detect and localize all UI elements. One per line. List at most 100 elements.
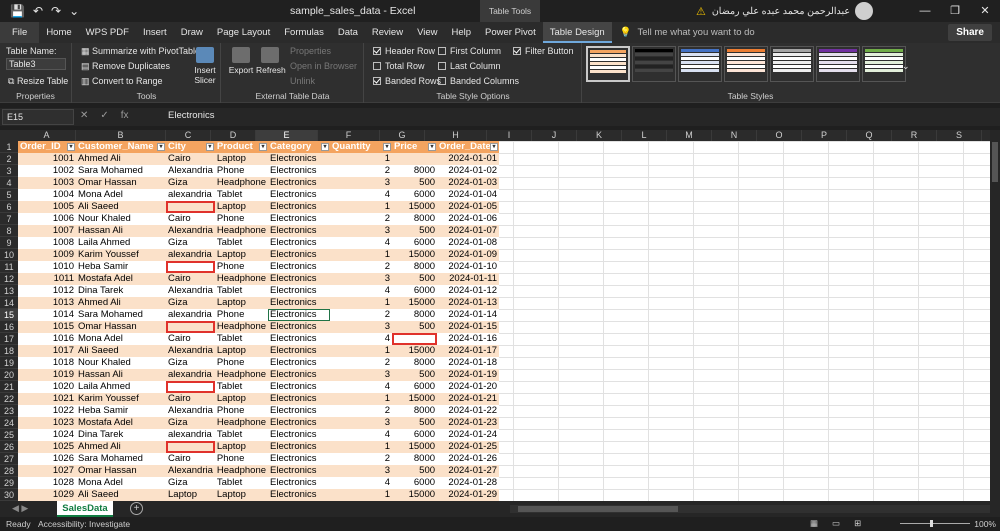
banded-rows-checkbox[interactable]: Banded Rows <box>373 76 441 86</box>
column-header[interactable]: L <box>622 130 667 141</box>
table-header-cell[interactable]: Product ▾ <box>214 141 269 153</box>
table-cell[interactable] <box>166 441 215 453</box>
table-cell[interactable]: 1003 <box>18 177 76 189</box>
row-header[interactable]: 11 <box>0 261 18 273</box>
table-cell[interactable]: Electronics <box>268 381 331 393</box>
table-cell[interactable]: Electronics <box>268 441 331 453</box>
save-icon[interactable]: 💾 <box>10 4 25 18</box>
table-cell[interactable]: Laptop <box>214 489 269 501</box>
row-header[interactable]: 20 <box>0 369 18 381</box>
table-cell[interactable]: Electronics <box>268 261 331 273</box>
row-header[interactable]: 6 <box>0 201 18 213</box>
table-cell[interactable]: Giza <box>166 477 215 489</box>
summarize-pivot-button[interactable]: ▦ Summarize with PivotTable <box>81 46 200 57</box>
table-cell[interactable]: Alexandria <box>166 225 215 237</box>
table-cell[interactable]: Nour Khaled <box>76 213 166 225</box>
table-cell[interactable]: Cairo <box>166 333 215 345</box>
table-cell[interactable]: alexandria <box>166 249 215 261</box>
sheet-tab-salesdata[interactable]: SalesData <box>57 501 113 517</box>
table-cell[interactable]: Tablet <box>214 429 269 441</box>
table-cell[interactable]: Omar Hassan <box>76 177 166 189</box>
refresh-button[interactable]: Refresh <box>256 47 286 75</box>
filter-dropdown-icon[interactable]: ▾ <box>383 143 392 151</box>
tab-insert[interactable]: Insert <box>136 22 174 43</box>
table-cell[interactable]: 8000 <box>392 357 438 369</box>
table-cell[interactable]: 1009 <box>18 249 76 261</box>
table-cell[interactable]: Electronics <box>268 237 331 249</box>
table-cell[interactable]: alexandria <box>166 429 215 441</box>
table-cell[interactable]: 15000 <box>392 201 438 213</box>
table-cell[interactable]: 3 <box>330 417 393 429</box>
table-cell[interactable]: 15000 <box>392 297 438 309</box>
row-header[interactable]: 27 <box>0 453 18 465</box>
table-cell[interactable]: Ahmed Ali <box>76 441 166 453</box>
table-cell[interactable]: 1008 <box>18 237 76 249</box>
tab-power-pivot[interactable]: Power Pivot <box>478 22 543 43</box>
table-cell[interactable]: 1011 <box>18 273 76 285</box>
row-header[interactable]: 22 <box>0 393 18 405</box>
table-cell[interactable]: 1 <box>330 345 393 357</box>
table-cell[interactable] <box>166 381 215 393</box>
table-cell[interactable]: Electronics <box>268 249 331 261</box>
table-cell[interactable]: Nour Khaled <box>76 357 166 369</box>
table-cell[interactable]: 2024-01-16 <box>437 333 500 345</box>
table-cell[interactable]: 1012 <box>18 285 76 297</box>
table-cell[interactable]: Electronics <box>268 393 331 405</box>
table-cell[interactable]: Electronics <box>268 345 331 357</box>
column-header[interactable]: H <box>425 130 487 141</box>
table-cell[interactable]: 2024-01-28 <box>437 477 500 489</box>
table-cell[interactable]: Phone <box>214 261 269 273</box>
table-cell[interactable]: 500 <box>392 465 438 477</box>
banded-columns-checkbox[interactable]: Banded Columns <box>438 76 519 86</box>
export-button[interactable]: Export <box>228 47 254 75</box>
table-cell[interactable]: 1 <box>330 153 393 165</box>
filter-dropdown-icon[interactable]: ▾ <box>205 143 214 151</box>
table-cell[interactable]: Electronics <box>268 177 331 189</box>
table-cell[interactable]: 6000 <box>392 477 438 489</box>
convert-range-button[interactable]: ▥ Convert to Range <box>81 76 163 87</box>
table-cell[interactable]: 3 <box>330 321 393 333</box>
table-cell[interactable]: Headphone <box>214 369 269 381</box>
table-style-swatch[interactable] <box>816 46 860 82</box>
row-header[interactable]: 7 <box>0 213 18 225</box>
table-cell[interactable]: 15000 <box>392 249 438 261</box>
table-cell[interactable]: Tablet <box>214 381 269 393</box>
table-cell[interactable]: alexandria <box>166 369 215 381</box>
table-cell[interactable]: 2024-01-21 <box>437 393 500 405</box>
table-cell[interactable]: 1020 <box>18 381 76 393</box>
table-cell[interactable]: Alexandria <box>166 165 215 177</box>
table-cell[interactable]: Electronics <box>268 429 331 441</box>
tab-page-layout[interactable]: Page Layout <box>210 22 277 43</box>
avatar[interactable] <box>855 2 873 20</box>
table-cell[interactable]: 2024-01-10 <box>437 261 500 273</box>
table-cell[interactable]: 8000 <box>392 405 438 417</box>
zoom-slider[interactable] <box>900 520 970 527</box>
column-header[interactable]: N <box>712 130 757 141</box>
table-cell[interactable]: Giza <box>166 297 215 309</box>
table-cell[interactable] <box>166 321 215 333</box>
table-cell[interactable]: 3 <box>330 369 393 381</box>
table-cell[interactable]: 2 <box>330 453 393 465</box>
normal-view-icon[interactable]: ▦ <box>810 518 818 529</box>
table-cell[interactable]: 2024-01-01 <box>437 153 500 165</box>
table-cell[interactable]: Mostafa Adel <box>76 417 166 429</box>
table-cell[interactable]: 2024-01-12 <box>437 285 500 297</box>
table-cell[interactable]: 15000 <box>392 393 438 405</box>
close-button[interactable]: ✕ <box>970 0 1000 22</box>
table-cell[interactable]: 4 <box>330 285 393 297</box>
table-cell[interactable]: Laila Ahmed <box>76 381 166 393</box>
column-header[interactable]: K <box>577 130 622 141</box>
table-cell[interactable]: Hassan Ali <box>76 225 166 237</box>
table-cell[interactable]: Alexandria <box>166 405 215 417</box>
table-cell[interactable]: 2 <box>330 357 393 369</box>
table-cell[interactable]: 4 <box>330 237 393 249</box>
redo-icon[interactable]: ↷ <box>51 4 61 18</box>
horizontal-scrollbar[interactable] <box>510 505 990 513</box>
scroll-thumb[interactable] <box>518 506 678 512</box>
table-cell[interactable]: 2024-01-09 <box>437 249 500 261</box>
table-cell[interactable]: 2 <box>330 213 393 225</box>
row-header[interactable]: 14 <box>0 297 18 309</box>
table-cell[interactable]: 2024-01-13 <box>437 297 500 309</box>
table-cell[interactable]: Ahmed Ali <box>76 297 166 309</box>
table-style-swatch[interactable] <box>586 46 630 82</box>
